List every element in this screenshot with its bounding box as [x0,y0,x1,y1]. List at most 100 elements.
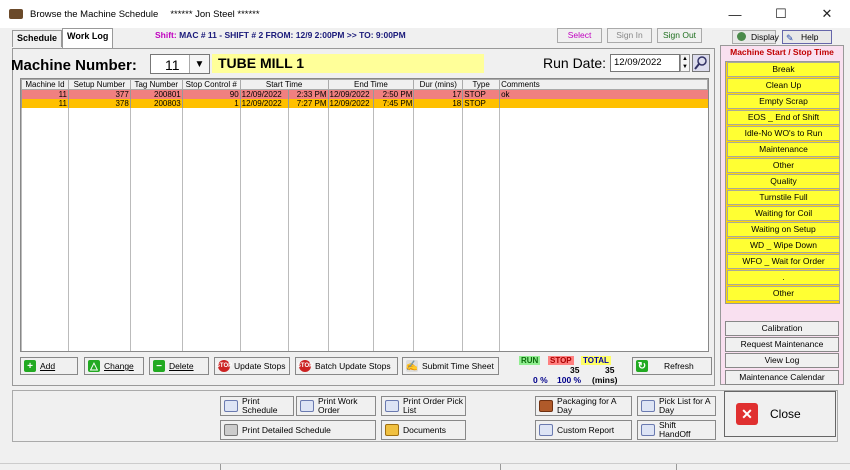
reason-waiting-on-setup-button[interactable]: Waiting on Setup [727,222,840,237]
pick-list-for-a-day-button[interactable]: Pick List for A Day [637,396,716,416]
cell-stop-control: 90 [181,89,241,99]
app-icon [9,9,23,19]
window-title: Browse the Machine Schedule [30,8,159,20]
search-button[interactable] [692,54,710,72]
close-window-button[interactable]: ✕ [804,0,850,28]
stop-minutes: 35 [570,365,580,375]
panel-title: Machine Start / Stop Time [730,47,834,57]
maximize-button[interactable]: ☐ [758,0,804,28]
cell-tag: 200803 [129,99,183,108]
machine-number-value: 11 [165,57,180,73]
machine-name: TUBE MILL 1 [212,54,484,73]
cell-start-time: 7:27 PM [287,99,328,108]
col-start-time[interactable]: Start Time [239,79,329,90]
cell-end-time: 2:50 PM [373,89,414,99]
tab-schedule[interactable]: Schedule [12,30,63,47]
print-order-pick-list-button[interactable]: Print Order Pick List [381,396,466,416]
maintenance-calendar-button[interactable]: Maintenance Calendar [725,370,839,385]
add-button[interactable]: + Add [20,357,78,375]
cell-duration: 17 [413,89,463,99]
shift-info: Shift: MAC # 11 - SHIFT # 2 FROM: 12/9 2… [155,30,406,40]
tab-strip: Schedule Work Log [12,28,114,48]
documents-button[interactable]: Documents [381,420,466,440]
report-icon [539,424,553,436]
col-duration[interactable]: Dur (mins) [413,79,464,90]
submit-time-sheet-button[interactable]: ✍ Submit Time Sheet [402,357,499,375]
minimize-button[interactable]: — [712,0,758,28]
units-label: (mins) [592,375,618,385]
cell-machine-id: 11 [21,99,69,108]
tab-work-log[interactable]: Work Log [62,28,114,48]
sign-in-button[interactable]: Sign In [607,28,652,43]
col-stop-control[interactable]: Stop Control # [181,79,241,90]
chevron-down-icon[interactable]: ▼ [189,55,209,73]
col-machine-id[interactable]: Machine Id [21,79,69,90]
calibration-button[interactable]: Calibration [725,321,839,336]
packaging-for-a-day-button[interactable]: Packaging for A Day [535,396,632,416]
reason-wipe-down-button[interactable]: WD _ Wipe Down [727,238,840,253]
print-order-pick-list-label: Print Order Pick List [403,396,463,415]
cell-setup: 378 [67,99,131,108]
reason-maintenance-button[interactable]: Maintenance [727,142,840,157]
reason-break-button[interactable]: Break [727,62,840,77]
update-stops-button[interactable]: STOP Update Stops [214,357,290,375]
refresh-button[interactable]: ↻ Refresh [632,357,712,375]
reason-clean-up-button[interactable]: Clean Up [727,78,840,93]
reason-other-2-button[interactable]: Other [727,286,840,301]
custom-report-button[interactable]: Custom Report [535,420,632,440]
add-label: Add [40,361,56,371]
shift-text: MAC # 11 - SHIFT # 2 FROM: 12/9 2:00PM >… [179,30,406,40]
reason-blank-button[interactable]: . [727,270,840,285]
display-button[interactable]: Display [732,30,779,44]
print-work-order-button[interactable]: Print Work Order [296,396,376,416]
empty-grid-area [21,108,708,351]
machine-number-select[interactable]: 11 ▼ [150,54,210,74]
display-label: Display [751,32,779,42]
reason-quality-button[interactable]: Quality [727,174,840,189]
cell-start-time: 2:33 PM [287,89,328,99]
print-detailed-schedule-button[interactable]: Print Detailed Schedule [220,420,376,440]
close-button[interactable]: ✕ Close [724,391,836,437]
col-setup-number[interactable]: Setup Number [67,79,131,90]
change-button[interactable]: △ Change [84,357,144,375]
document-icon [641,400,655,412]
reason-wait-for-order-button[interactable]: WFO _ Wait for Order [727,254,840,269]
date-spinner[interactable]: ▲ ▼ [680,54,690,72]
delete-button[interactable]: − Delete [149,357,209,375]
help-button[interactable]: ✎ Help [782,30,832,44]
work-log-grid[interactable]: Machine Id Setup Number Tag Number Stop … [20,78,709,352]
document-icon [385,400,399,412]
reason-turnstile-full-button[interactable]: Turnstile Full [727,190,840,205]
title-bar: Browse the Machine Schedule ****** Jon S… [0,0,850,28]
run-label: RUN [519,356,541,365]
select-button[interactable]: Select [557,28,602,43]
col-comments[interactable]: Comments [499,79,708,90]
table-row[interactable]: 11 377 200801 90 12/09/2022 2:33 PM 12/0… [21,89,708,99]
cell-tag: 200801 [129,89,183,99]
cell-start-date: 12/09/2022 [239,99,289,108]
request-maintenance-button[interactable]: Request Maintenance [725,337,839,352]
package-icon [539,400,553,412]
stop-label: STOP [548,356,574,365]
reason-list: Break Clean Up Empty Scrap EOS _ End of … [725,61,840,304]
reason-idle-button[interactable]: Idle-No WO's to Run [727,126,840,141]
total-minutes: 35 [605,365,615,375]
run-date-input[interactable]: 12/09/2022 [610,54,680,72]
plus-icon: + [24,360,36,372]
table-row[interactable]: 11 378 200803 1 12/09/2022 7:27 PM 12/09… [21,99,708,108]
reason-waiting-for-coil-button[interactable]: Waiting for Coil [727,206,840,221]
shift-handoff-button[interactable]: Shift HandOff [637,420,716,440]
cell-end-date: 12/09/2022 [327,99,374,108]
reason-empty-scrap-button[interactable]: Empty Scrap [727,94,840,109]
sign-out-button[interactable]: Sign Out [657,28,702,43]
reason-other-button[interactable]: Other [727,158,840,173]
col-tag-number[interactable]: Tag Number [129,79,183,90]
col-end-time[interactable]: End Time [327,79,415,90]
view-log-button[interactable]: View Log [725,353,839,368]
reason-end-of-shift-button[interactable]: EOS _ End of Shift [727,110,840,125]
print-schedule-button[interactable]: Print Schedule [220,396,294,416]
magnifier-icon [694,56,707,70]
cell-stop-control: 1 [181,99,241,108]
batch-update-stops-button[interactable]: STOP Batch Update Stops [295,357,398,375]
col-type[interactable]: Type [462,79,501,90]
